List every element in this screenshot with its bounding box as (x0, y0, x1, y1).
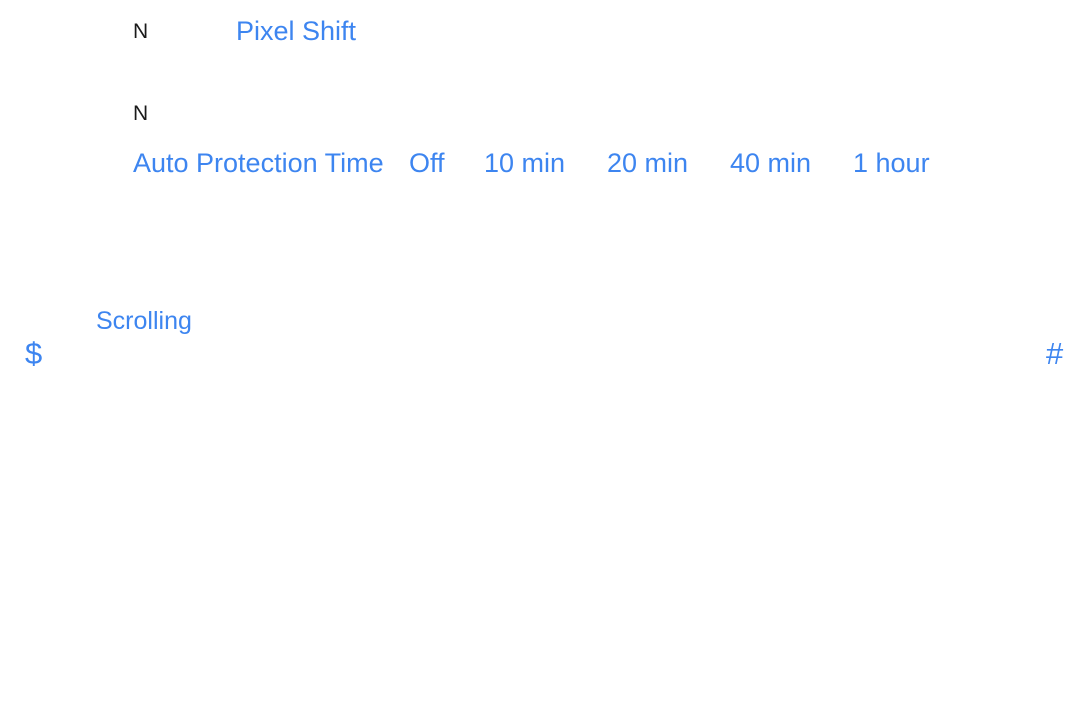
auto-protection-time-label[interactable]: Auto Protection Time (133, 150, 384, 177)
auto-protection-option-off[interactable]: Off (409, 150, 445, 177)
pixel-shift-label[interactable]: Pixel Shift (236, 18, 356, 45)
settings-screen: N Pixel Shift N Auto Protection Time Off… (0, 0, 1080, 705)
scrolling-label[interactable]: Scrolling (96, 309, 192, 334)
auto-protection-option-10-min[interactable]: 10 min (484, 150, 565, 177)
auto-protection-option-20-min[interactable]: 20 min (607, 150, 688, 177)
dollar-sign-icon: $ (25, 336, 43, 371)
hash-sign-icon: # (1046, 336, 1064, 371)
auto-protection-option-40-min[interactable]: 40 min (730, 150, 811, 177)
auto-protection-option-1-hour[interactable]: 1 hour (853, 150, 930, 177)
pixel-shift-marker-icon: N (133, 20, 149, 43)
auto-protection-marker-icon: N (133, 102, 149, 125)
